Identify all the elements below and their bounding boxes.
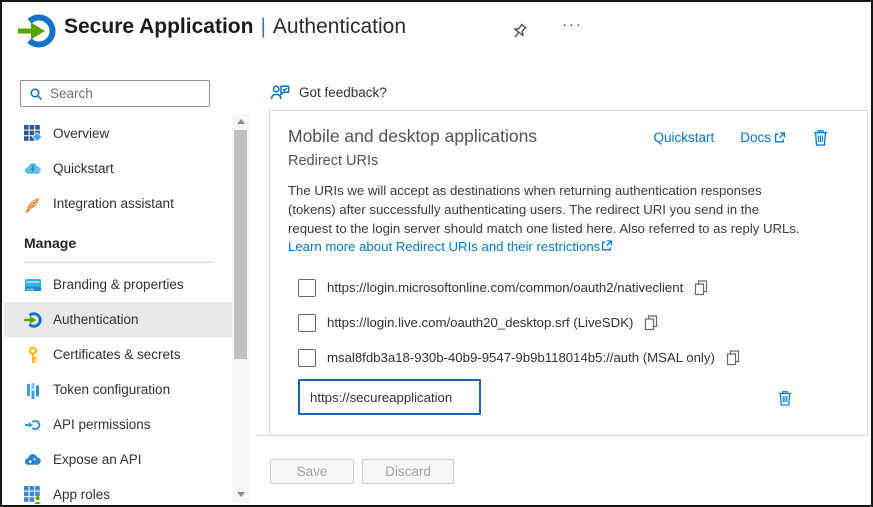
search-input[interactable] bbox=[50, 86, 195, 101]
sidebar-item-quickstart[interactable]: Quickstart bbox=[4, 151, 234, 186]
app-window: Secure Application|Authentication ··· « bbox=[0, 0, 873, 507]
main-content: Got feedback? Mobile and desktop applica… bbox=[257, 60, 869, 503]
api-permissions-icon bbox=[24, 416, 42, 434]
sidebar-item-label: Certificates & secrets bbox=[53, 347, 181, 362]
page-title: Secure Application|Authentication bbox=[64, 15, 406, 39]
sidebar-item-label: Authentication bbox=[53, 312, 139, 327]
quickstart-link[interactable]: Quickstart bbox=[653, 130, 714, 145]
more-options-button[interactable]: ··· bbox=[562, 16, 583, 33]
got-feedback-button[interactable]: Got feedback? bbox=[270, 82, 387, 102]
pin-icon[interactable] bbox=[508, 21, 530, 43]
uri-text: https://login.live.com/oauth20_desktop.s… bbox=[327, 315, 633, 330]
sidebar-item-label: App roles bbox=[53, 487, 110, 502]
redirect-uri-list: https://login.microsoftonline.com/common… bbox=[270, 270, 867, 375]
sidebar-item-authentication[interactable]: Authentication bbox=[4, 302, 234, 337]
scrollbar-thumb[interactable] bbox=[234, 130, 247, 359]
sidebar-item-label: Overview bbox=[53, 126, 109, 141]
external-link-icon bbox=[773, 131, 786, 144]
sidebar-item-token-configuration[interactable]: Token configuration bbox=[4, 372, 234, 407]
form-footer: Save Discard bbox=[270, 459, 454, 484]
delete-uri-icon[interactable] bbox=[777, 389, 793, 407]
branding-properties-icon: www bbox=[24, 276, 42, 294]
authentication-icon bbox=[24, 311, 42, 329]
sidebar-item-expose-an-api[interactable]: Expose an API bbox=[4, 442, 234, 477]
feedback-icon bbox=[270, 82, 291, 102]
sidebar-item-label: Quickstart bbox=[53, 161, 114, 176]
app-registration-logo-icon bbox=[18, 12, 56, 50]
overview-icon bbox=[24, 125, 42, 143]
sidebar-scrollbar[interactable] bbox=[232, 114, 249, 503]
quickstart-icon bbox=[24, 160, 42, 178]
app-name: Secure Application bbox=[64, 15, 253, 38]
copy-icon[interactable] bbox=[643, 314, 659, 331]
uri-text: https://login.microsoftonline.com/common… bbox=[327, 280, 683, 295]
sidebar-item-overview[interactable]: Overview bbox=[4, 116, 234, 151]
docs-link[interactable]: Docs bbox=[740, 130, 786, 145]
certificates-secrets-icon bbox=[24, 346, 42, 364]
token-configuration-icon bbox=[24, 381, 42, 399]
redirect-uri-row: https://login.microsoftonline.com/common… bbox=[298, 270, 867, 305]
scrollbar-up-arrow-icon[interactable] bbox=[232, 114, 249, 128]
sidebar-item-integration-assistant[interactable]: Integration assistant bbox=[4, 186, 234, 221]
title-separator: | bbox=[253, 15, 272, 38]
mobile-desktop-applications-card: Mobile and desktop applications Redirect… bbox=[269, 110, 868, 435]
got-feedback-label: Got feedback? bbox=[299, 85, 387, 100]
card-header-links: Quickstart Docs bbox=[653, 128, 829, 147]
page-header: Secure Application|Authentication ··· bbox=[2, 2, 871, 60]
quickstart-label: Quickstart bbox=[653, 130, 714, 145]
uri-text: msal8fdb3a18-930b-40b9-9547-9b9b118014b5… bbox=[327, 350, 715, 365]
sidebar-item-branding-properties[interactable]: www Branding & properties bbox=[4, 267, 234, 302]
docs-label: Docs bbox=[740, 130, 771, 145]
expose-api-icon bbox=[24, 451, 42, 469]
redirect-uri-row: msal8fdb3a18-930b-40b9-9547-9b9b118014b5… bbox=[298, 340, 867, 375]
uri-checkbox[interactable] bbox=[298, 349, 316, 367]
sidebar-item-label: Integration assistant bbox=[53, 196, 174, 211]
sidebar-item-app-roles[interactable]: App roles bbox=[4, 477, 234, 507]
learn-more-label: Learn more about Redirect URIs and their… bbox=[288, 239, 600, 254]
sidebar-item-certificates-secrets[interactable]: Certificates & secrets bbox=[4, 337, 234, 372]
search-icon bbox=[29, 87, 43, 101]
sidebar-item-label: Token configuration bbox=[53, 382, 170, 397]
uri-checkbox[interactable] bbox=[298, 279, 316, 297]
card-header: Mobile and desktop applications Redirect… bbox=[270, 111, 867, 169]
description-text: The URIs we will accept as destinations … bbox=[288, 183, 800, 236]
sidebar-item-label: Expose an API bbox=[53, 452, 142, 467]
sidebar-nav: Overview Quickstart Integration assistan… bbox=[4, 116, 234, 507]
sidebar-item-label: API permissions bbox=[53, 417, 151, 432]
delete-platform-icon[interactable] bbox=[812, 128, 829, 147]
integration-assistant-icon bbox=[24, 195, 42, 213]
scrollbar-down-arrow-icon[interactable] bbox=[232, 487, 249, 501]
content-bottom-divider bbox=[257, 435, 869, 436]
sidebar-item-label: Branding & properties bbox=[53, 277, 184, 292]
external-link-icon bbox=[600, 239, 613, 252]
sidebar-search[interactable] bbox=[20, 80, 210, 107]
card-subtitle: Redirect URIs bbox=[288, 153, 867, 169]
svg-text:www: www bbox=[26, 287, 34, 291]
sidebar: « Overview Quickstart bbox=[4, 60, 257, 503]
sidebar-section-manage: Manage bbox=[4, 229, 234, 257]
redirect-uris-description: The URIs we will accept as destinations … bbox=[288, 182, 800, 257]
sidebar-item-api-permissions[interactable]: API permissions bbox=[4, 407, 234, 442]
copy-icon[interactable] bbox=[693, 279, 709, 296]
sidebar-divider bbox=[24, 262, 214, 263]
redirect-uri-row: https://login.live.com/oauth20_desktop.s… bbox=[298, 305, 867, 340]
app-roles-icon bbox=[24, 486, 42, 504]
new-redirect-uri-row bbox=[298, 379, 867, 419]
uri-checkbox[interactable] bbox=[298, 314, 316, 332]
save-button[interactable]: Save bbox=[270, 459, 354, 484]
blade-name: Authentication bbox=[273, 15, 406, 38]
copy-icon[interactable] bbox=[725, 349, 741, 366]
learn-more-link[interactable]: Learn more about Redirect URIs and their… bbox=[288, 239, 600, 254]
new-redirect-uri-input[interactable] bbox=[298, 379, 481, 415]
discard-button[interactable]: Discard bbox=[362, 459, 454, 484]
